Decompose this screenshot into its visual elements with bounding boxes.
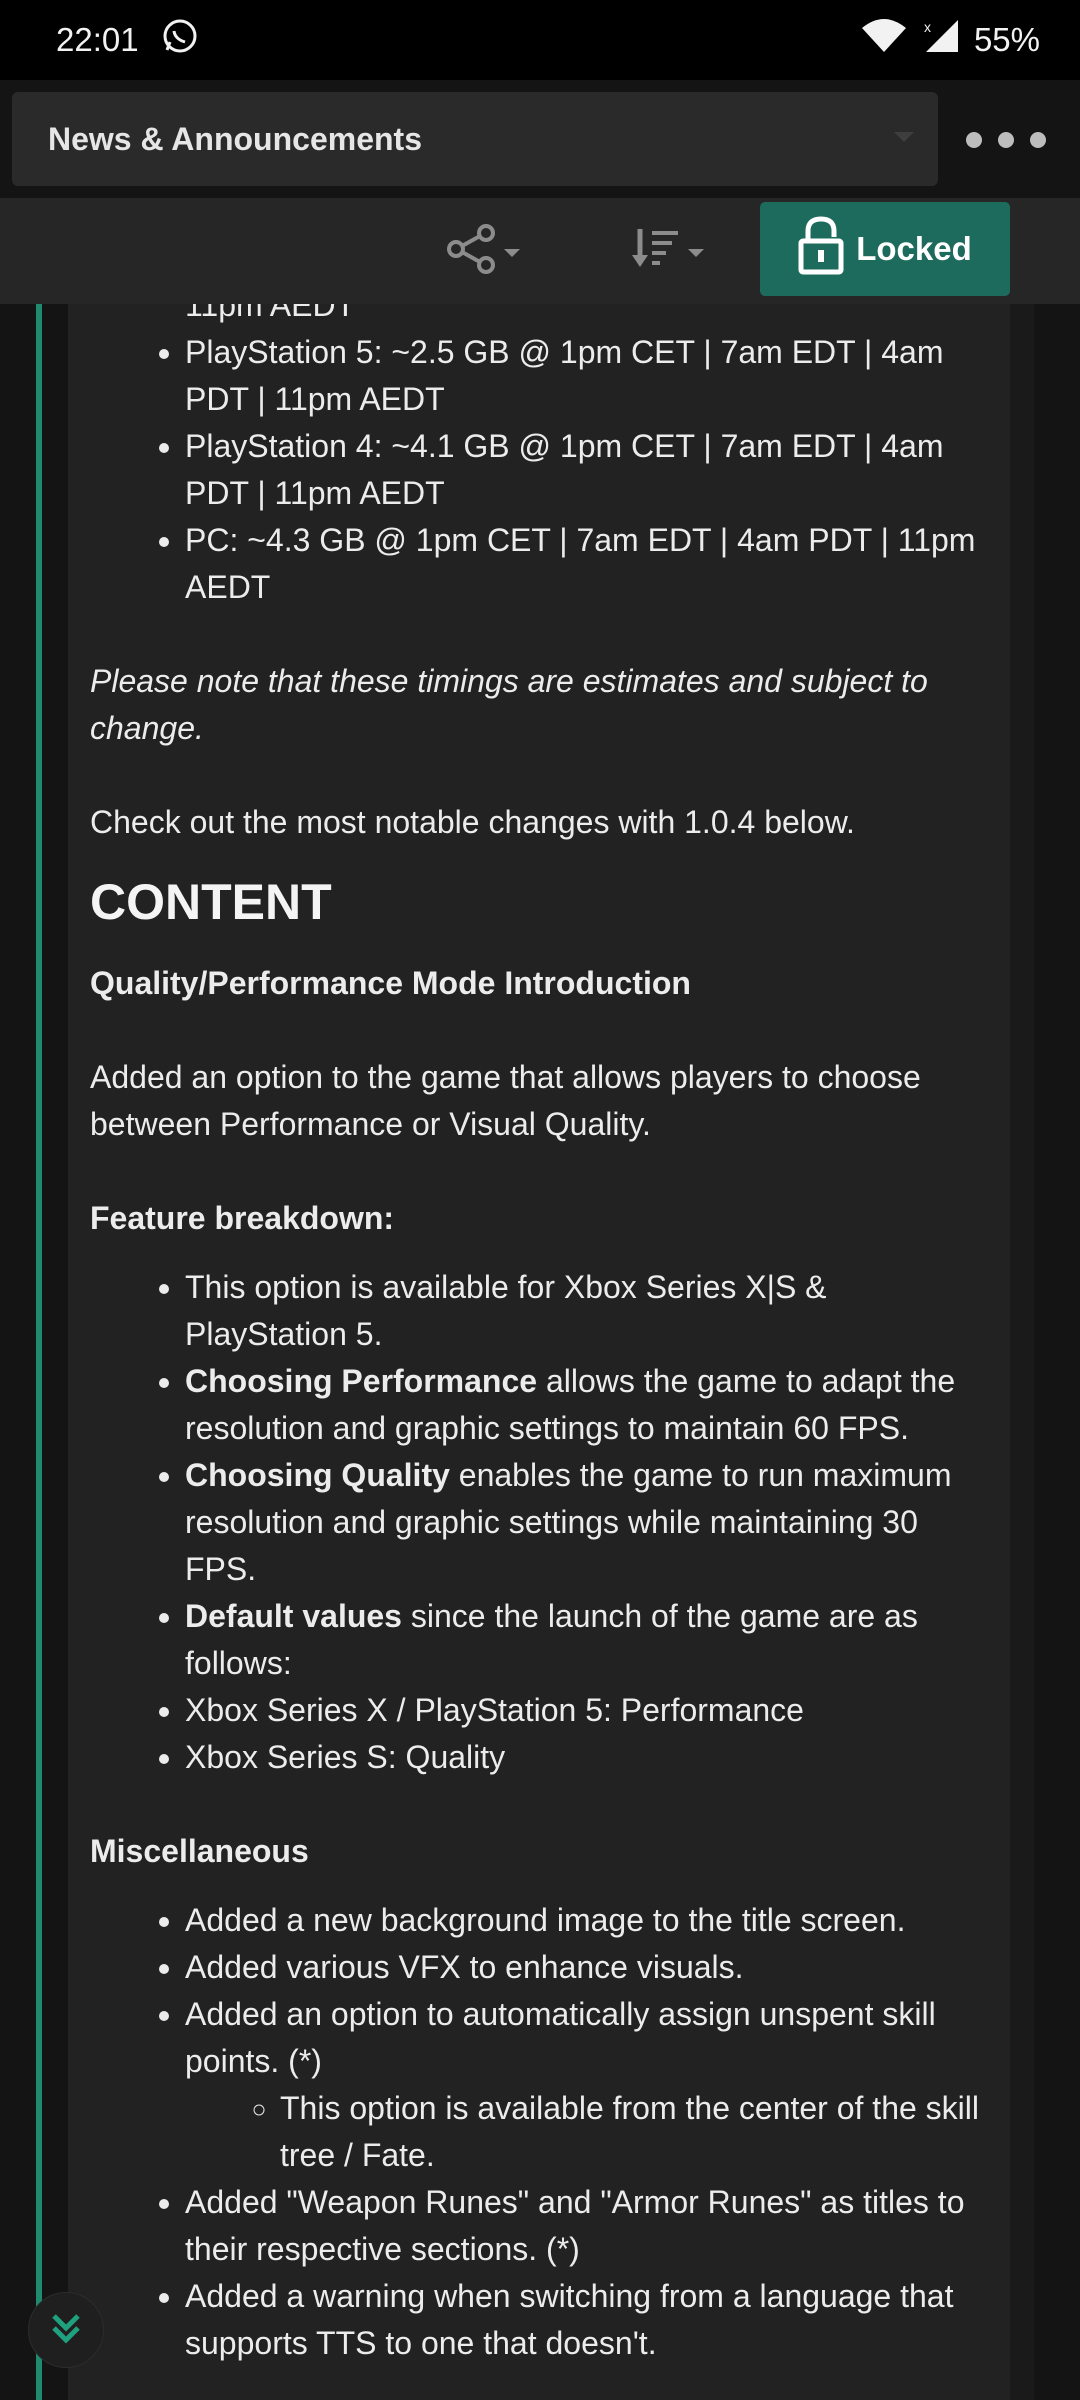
chevron-down-icon [504,249,520,257]
chevron-down-icon [688,249,704,257]
forum-header: News & Announcements [0,80,1080,198]
sort-icon [630,223,682,280]
list-item: PlayStation 4: ~4.1 GB @ 1pm CET | 7am E… [185,423,990,517]
post-body: 11pm AEDT PlayStation 5: ~2.5 GB @ 1pm C… [90,304,990,2367]
bold-text: Choosing Performance [185,1363,538,1399]
list-item: Added a warning when switching from a la… [185,2273,990,2367]
post-card-edge [1010,304,1034,2400]
forum-title: News & Announcements [48,120,422,157]
share-button[interactable] [446,218,520,284]
intro-text: Check out the most notable changes with … [90,804,855,840]
share-icon [446,223,498,280]
list-item: Choosing Performance allows the game to … [185,1358,990,1452]
list-item: PlayStation 5: ~2.5 GB @ 1pm CET | 7am E… [185,329,990,423]
post-viewport[interactable]: 11pm AEDT PlayStation 5: ~2.5 GB @ 1pm C… [0,304,1080,2400]
wifi-icon [860,18,908,62]
download-partial: 11pm AEDT [185,304,356,323]
list-item: PC: ~4.3 GB @ 1pm CET | 7am EDT | 4am PD… [185,517,990,611]
chevron-down-icon [894,132,914,142]
list-item: Added an option to automatically assign … [185,1991,990,2179]
paragraph: Added an option to the game that allows … [90,1059,921,1142]
subheading: Feature breakdown: [90,1200,395,1236]
bold-text: Choosing Quality [185,1457,450,1493]
lock-icon [798,215,844,283]
list-item: Xbox Series X / PlayStation 5: Performan… [185,1687,990,1734]
list-item: Added a new background image to the titl… [185,1897,990,1944]
list-item: 11pm AEDT [185,304,990,329]
list-item: Xbox Series S: Quality [185,1734,990,1781]
status-bar: 22:01 x 55% [0,0,1080,80]
more-dots-icon[interactable] [966,120,1046,160]
post-accent-bar [36,304,42,2400]
locked-button[interactable]: Locked [760,202,1010,296]
bold-text: Default values [185,1598,402,1634]
double-chevron-down-icon [46,2308,86,2353]
svg-text:x: x [924,19,931,35]
sort-button[interactable] [630,218,704,284]
scroll-to-bottom-button[interactable] [28,2292,104,2368]
note-text: Please note that these timings are estim… [90,663,928,746]
list-item: Default values since the launch of the g… [185,1593,990,1687]
subheading: Quality/Performance Mode Introduction [90,965,691,1001]
status-time: 22:01 [56,21,139,58]
list-item: Added various VFX to enhance visuals. [185,1944,990,1991]
list-item: Added "Weapon Runes" and "Armor Runes" a… [185,2179,990,2273]
sub-list-item: This option is available from the center… [280,2085,990,2179]
list-item: Choosing Quality enables the game to run… [185,1452,990,1593]
battery-percentage: 55% [973,21,1040,58]
section-heading: CONTENT [90,874,332,930]
locked-label: Locked [856,230,972,267]
list-item-text: Added an option to automatically assign … [185,1996,936,2079]
subheading: Miscellaneous [90,1833,309,1869]
cell-signal-icon: x [922,18,960,62]
list-item: This option is available for Xbox Series… [185,1264,990,1358]
whatsapp-icon [161,17,199,63]
forum-selector[interactable]: News & Announcements [12,92,938,186]
